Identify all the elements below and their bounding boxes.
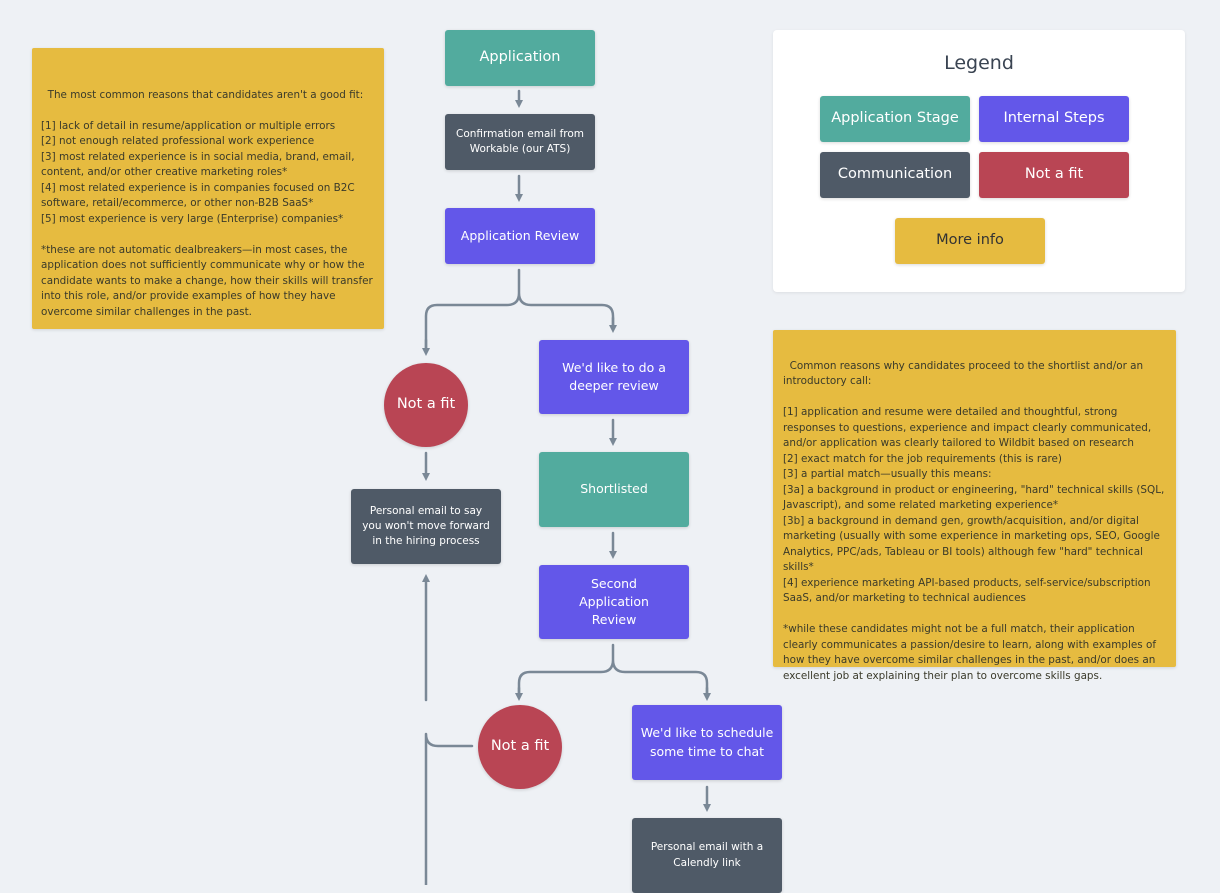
node-schedule-chat: We'd like to schedule some time to chat xyxy=(632,705,782,780)
note-not-fit-reasons: The most common reasons that candidates … xyxy=(32,48,384,329)
node-calendly-email: Personal email with a Calendly link xyxy=(632,818,782,893)
node-personal-email-reject: Personal email to say you won't move for… xyxy=(351,489,501,564)
note-not-fit-reasons-text: The most common reasons that candidates … xyxy=(41,88,373,318)
node-not-a-fit-1: Not a fit xyxy=(384,363,468,447)
legend-application-stage: Application Stage xyxy=(820,96,970,142)
legend-title: Legend xyxy=(944,52,1014,74)
node-shortlisted: Shortlisted xyxy=(539,452,689,527)
legend-internal-steps: Internal Steps xyxy=(979,96,1129,142)
legend-communication: Communication xyxy=(820,152,970,198)
branch-second-review xyxy=(517,643,709,696)
node-application-review: Application Review xyxy=(445,208,595,264)
note-proceed-reasons: Common reasons why candidates proceed to… xyxy=(773,330,1176,682)
node-confirmation-email: Confirmation email from Workable (our AT… xyxy=(445,114,595,170)
node-deeper-review: We'd like to do a deeper review xyxy=(539,340,689,414)
node-application: Application xyxy=(445,30,595,86)
legend-more-info: More info xyxy=(895,218,1045,264)
line-notfit2-to-email xyxy=(424,732,474,885)
node-second-application-review: Second Application Review xyxy=(539,565,689,639)
note-proceed-reasons-text: Common reasons why candidates proceed to… xyxy=(783,359,1165,682)
node-not-a-fit-2: Not a fit xyxy=(478,705,562,789)
legend-not-a-fit: Not a fit xyxy=(979,152,1129,198)
legend-panel: Legend Application Stage Internal Steps … xyxy=(773,30,1185,292)
